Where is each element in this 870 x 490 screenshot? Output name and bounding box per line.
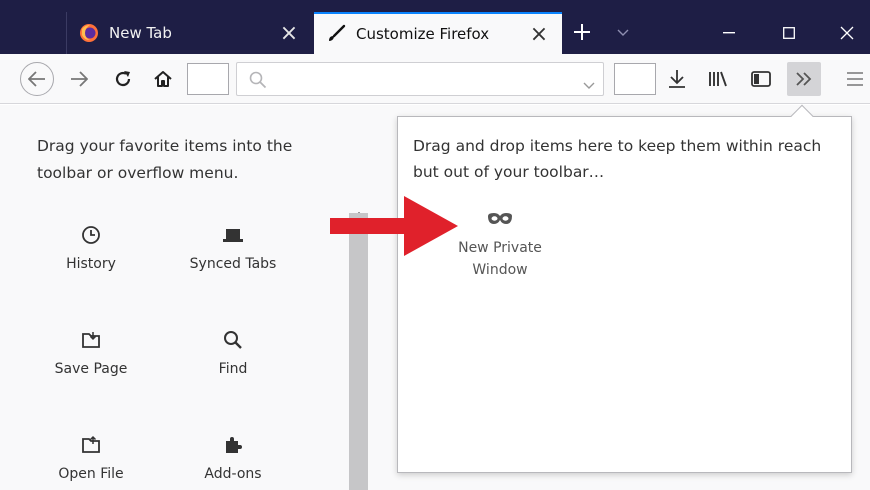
minimize-button[interactable] bbox=[704, 12, 754, 54]
hamburger-menu-icon[interactable] bbox=[842, 64, 868, 94]
url-bar[interactable] bbox=[236, 62, 604, 96]
annotation-arrow bbox=[330, 196, 458, 256]
new-tab-button[interactable] bbox=[566, 16, 598, 48]
flexible-space[interactable] bbox=[614, 63, 656, 95]
palette-item-label: History bbox=[66, 256, 116, 272]
clock-icon bbox=[35, 222, 147, 248]
maximize-button[interactable] bbox=[764, 12, 814, 54]
home-icon[interactable] bbox=[148, 64, 178, 94]
library-icon[interactable] bbox=[704, 64, 734, 94]
firefox-logo-icon bbox=[79, 23, 99, 43]
close-tab-icon[interactable]: × bbox=[274, 18, 304, 48]
tab-customize-firefox[interactable]: Customize Firefox × bbox=[314, 12, 562, 54]
tab-label: Customize Firefox bbox=[356, 25, 490, 43]
palette-item-open-file[interactable]: Open File bbox=[35, 432, 147, 482]
forward-button[interactable] bbox=[64, 64, 94, 94]
palette-item-label: Add-ons bbox=[204, 466, 262, 482]
sidebar-icon[interactable] bbox=[746, 64, 776, 94]
palette-item-label: Open File bbox=[58, 466, 124, 482]
reload-icon[interactable] bbox=[108, 64, 138, 94]
paintbrush-icon bbox=[326, 24, 346, 44]
magnifier-icon bbox=[177, 327, 289, 353]
tab-label: New Tab bbox=[109, 24, 172, 42]
palette-intro-text: Drag your favorite items into the toolba… bbox=[37, 137, 293, 182]
overflow-item-label: New Private Window bbox=[458, 240, 542, 278]
download-icon[interactable] bbox=[662, 64, 692, 94]
overflow-panel: Drag and drop items here to keep them wi… bbox=[397, 116, 852, 473]
palette-item-history[interactable]: History bbox=[35, 222, 147, 272]
chevron-down-icon[interactable] bbox=[583, 75, 595, 94]
palette-item-label: Save Page bbox=[54, 361, 128, 377]
laptop-icon bbox=[177, 222, 289, 248]
private-mask-icon bbox=[450, 207, 550, 231]
tab-bar: New Tab × Customize Firefox × bbox=[0, 0, 870, 54]
search-icon bbox=[249, 71, 267, 93]
overflow-menu-button[interactable] bbox=[787, 62, 821, 96]
navigation-toolbar bbox=[0, 54, 870, 104]
chevron-down-icon[interactable] bbox=[610, 20, 636, 46]
close-window-button[interactable] bbox=[822, 12, 870, 54]
open-file-icon bbox=[35, 432, 147, 458]
back-button[interactable] bbox=[20, 62, 54, 96]
palette-item-synced-tabs[interactable]: Synced Tabs bbox=[177, 222, 289, 272]
save-page-icon bbox=[35, 327, 147, 353]
palette-item-save-page[interactable]: Save Page bbox=[35, 327, 147, 377]
flexible-space[interactable] bbox=[187, 63, 229, 95]
palette-item-add-ons[interactable]: Add-ons bbox=[177, 432, 289, 482]
tab-new-tab[interactable]: New Tab × bbox=[66, 12, 312, 54]
overflow-item-new-private-window[interactable]: New Private Window bbox=[450, 207, 550, 281]
close-tab-icon[interactable]: × bbox=[524, 19, 554, 49]
overflow-panel-intro: Drag and drop items here to keep them wi… bbox=[413, 137, 822, 181]
palette-item-label: Synced Tabs bbox=[189, 256, 277, 272]
puzzle-icon bbox=[177, 432, 289, 458]
palette-item-find[interactable]: Find bbox=[177, 327, 289, 377]
palette-item-label: Find bbox=[218, 361, 248, 377]
